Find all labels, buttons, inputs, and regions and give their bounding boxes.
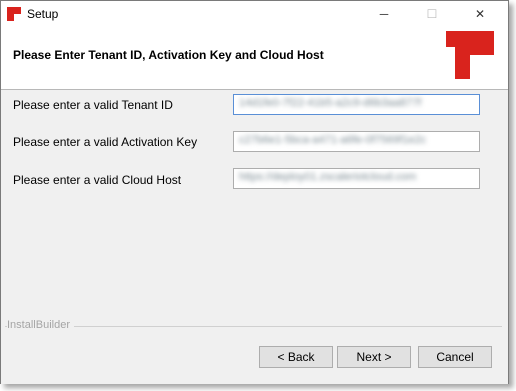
installbuilder-brand: InstallBuilder [7, 319, 74, 331]
activation-key-input[interactable]: c27b6e1-5bca-a471-a6fe-0f7569f1e2c [233, 131, 480, 152]
activation-key-value: c27b6e1-5bca-a471-a6fe-0f7569f1e2c [239, 134, 427, 146]
app-logo-icon [7, 7, 21, 21]
setup-window: Setup ─ ☐ ✕ Please Enter Tenant ID, Acti… [0, 0, 509, 384]
close-button[interactable]: ✕ [457, 1, 503, 27]
cloud-host-label: Please enter a valid Cloud Host [13, 173, 182, 187]
window-title: Setup [27, 7, 59, 21]
maximize-button[interactable]: ☐ [409, 1, 455, 27]
back-button[interactable]: < Back [259, 346, 333, 368]
page-title: Please Enter Tenant ID, Activation Key a… [13, 48, 324, 62]
next-button[interactable]: Next > [337, 346, 411, 368]
activation-key-label: Please enter a valid Activation Key [13, 135, 198, 149]
minimize-button[interactable]: ─ [361, 1, 407, 27]
close-icon: ✕ [474, 7, 486, 21]
title-bar[interactable]: Setup ─ ☐ ✕ [1, 1, 508, 27]
tenant-id-input[interactable]: 14d1fe0-7f22-41b5-a2c9-d6b3aa877f [233, 94, 480, 115]
tenant-id-value: 14d1fe0-7f22-41b5-a2c9-d6b3aa877f [239, 97, 422, 109]
tenant-id-label: Please enter a valid Tenant ID [13, 98, 173, 112]
brand-divider [5, 326, 502, 327]
form-area: Please enter a valid Tenant ID 14d1fe0-7… [1, 90, 508, 333]
cancel-button[interactable]: Cancel [418, 346, 492, 368]
cloud-host-input[interactable]: https://deploy01.zscaleriotcloud.com [233, 168, 480, 189]
header-band: Please Enter Tenant ID, Activation Key a… [1, 27, 508, 89]
maximize-icon: ☐ [426, 7, 438, 21]
brand-logo-icon [446, 31, 494, 79]
cloud-host-value: https://deploy01.zscaleriotcloud.com [239, 171, 417, 183]
minimize-icon: ─ [379, 7, 389, 21]
